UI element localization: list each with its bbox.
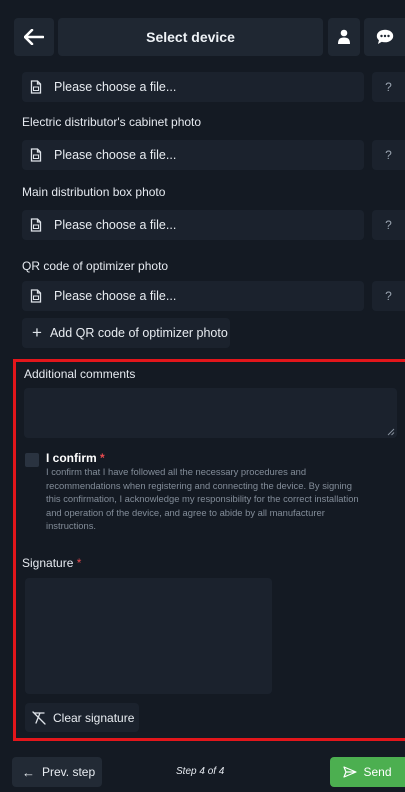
chat-button[interactable]	[364, 18, 405, 56]
send-icon	[343, 766, 358, 778]
user-icon	[338, 29, 350, 44]
comments-textarea[interactable]	[24, 388, 397, 438]
plus-icon: +	[32, 323, 42, 342]
form-content: Please choose a file... ? Electric distr…	[0, 70, 405, 750]
file-input[interactable]: Please choose a file...	[22, 72, 364, 102]
signature-pad[interactable]	[25, 578, 272, 694]
chat-bubble-icon	[376, 29, 393, 44]
clear-signature-button[interactable]: Clear signature	[25, 703, 139, 732]
file-upload-row: Please choose a file... ?	[22, 210, 405, 240]
help-button[interactable]: ?	[372, 281, 405, 311]
add-qr-photo-button[interactable]: + Add QR code of optimizer photo	[22, 318, 230, 348]
help-button[interactable]: ?	[372, 72, 405, 102]
resize-grip-icon[interactable]	[387, 428, 395, 436]
file-input-placeholder: Please choose a file...	[54, 289, 177, 303]
page-title: Select device	[146, 29, 235, 45]
arrow-left-icon: ←	[22, 764, 35, 780]
bottom-nav: ← Prev. step Step 4 of 4 Send	[0, 750, 405, 792]
required-mark: *	[76, 556, 82, 570]
file-input-placeholder: Please choose a file...	[54, 80, 177, 94]
file-upload-row: Please choose a file... ?	[22, 72, 405, 102]
confirm-checkbox[interactable]	[25, 453, 39, 467]
file-input[interactable]: Please choose a file...	[22, 210, 364, 240]
prev-step-label: Prev. step	[42, 765, 96, 779]
file-icon	[30, 218, 44, 232]
file-icon	[30, 148, 44, 162]
file-upload-row: Please choose a file... ?	[22, 281, 405, 311]
eraser-icon	[31, 710, 47, 726]
file-input-placeholder: Please choose a file...	[54, 218, 177, 232]
file-icon	[30, 80, 44, 94]
confirm-description: I confirm that I have followed all the n…	[46, 466, 359, 532]
top-bar: Select device	[0, 0, 405, 70]
user-button[interactable]	[328, 18, 360, 56]
back-button[interactable]	[14, 18, 54, 56]
field-label: Main distribution box photo	[22, 185, 166, 199]
add-button-label: Add QR code of optimizer photo	[49, 326, 228, 340]
file-icon	[30, 289, 44, 303]
arrow-left-icon	[24, 29, 44, 45]
send-button[interactable]: Send	[330, 757, 405, 787]
clear-signature-label: Clear signature	[53, 710, 135, 725]
step-indicator: Step 4 of 4	[176, 766, 225, 777]
file-input[interactable]: Please choose a file...	[22, 140, 364, 170]
required-mark: *	[100, 451, 105, 465]
send-label: Send	[363, 765, 392, 779]
field-label: QR code of optimizer photo	[22, 259, 169, 273]
prev-step-button[interactable]: ← Prev. step	[12, 757, 102, 787]
file-upload-row: Please choose a file... ?	[22, 140, 405, 170]
file-input-placeholder: Please choose a file...	[54, 148, 177, 162]
confirm-title: I confirm *	[46, 451, 105, 465]
comments-label: Additional comments	[24, 367, 136, 381]
file-input[interactable]: Please choose a file...	[22, 281, 364, 311]
help-button[interactable]: ?	[372, 140, 405, 170]
signature-label-text: Signature	[22, 556, 74, 570]
confirm-title-text: I confirm	[46, 451, 97, 465]
help-button[interactable]: ?	[372, 210, 405, 240]
page-title-box: Select device	[58, 18, 323, 56]
signature-label: Signature *	[22, 556, 81, 570]
field-label: Electric distributor's cabinet photo	[22, 115, 202, 129]
confirmation-section: Additional comments I confirm * I confir…	[13, 359, 405, 741]
